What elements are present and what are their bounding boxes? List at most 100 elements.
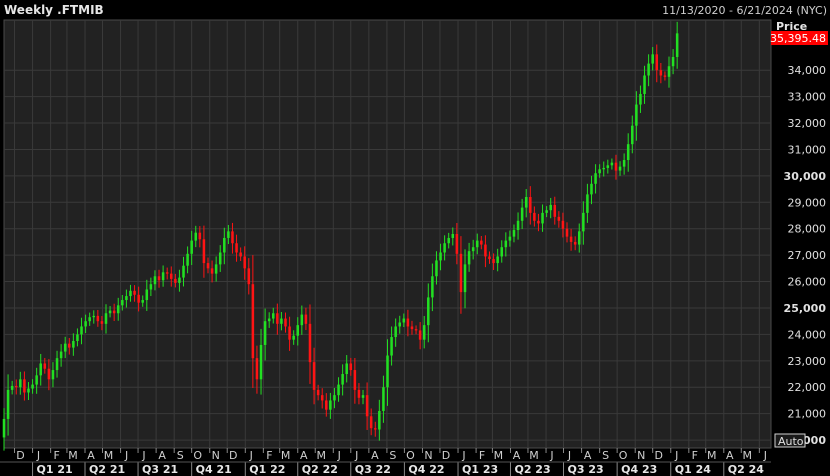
candle-body bbox=[6, 389, 10, 419]
y-tick-label: 29,000 bbox=[788, 196, 827, 209]
candle-body bbox=[357, 389, 361, 398]
candle-body bbox=[341, 374, 344, 385]
candle-body bbox=[475, 240, 479, 248]
candle-body bbox=[504, 240, 508, 248]
candle-body bbox=[533, 212, 536, 221]
candle-body bbox=[480, 240, 483, 245]
y-tick-label: 26,000 bbox=[788, 276, 827, 289]
candle-body bbox=[435, 260, 438, 277]
candle-body bbox=[553, 204, 557, 217]
candle-body bbox=[675, 33, 679, 57]
month-label: J bbox=[461, 449, 465, 462]
candle-body bbox=[459, 253, 463, 293]
candle-body bbox=[145, 289, 149, 301]
candle-body bbox=[586, 194, 589, 213]
month-label: A bbox=[300, 449, 308, 462]
month-label: J bbox=[141, 449, 145, 462]
candle-body bbox=[141, 300, 144, 303]
candle-body bbox=[671, 56, 675, 67]
candle-body bbox=[349, 363, 353, 371]
candle-body bbox=[414, 329, 418, 331]
candle-body bbox=[606, 165, 610, 168]
candle-body bbox=[223, 237, 226, 253]
candle-body bbox=[116, 305, 120, 314]
candle-body bbox=[243, 256, 246, 269]
candle-body bbox=[667, 66, 671, 77]
candle-body bbox=[590, 183, 593, 195]
quarter-label: Q3 22 bbox=[355, 463, 391, 476]
candle-body bbox=[369, 416, 373, 429]
quarter-label: Q1 23 bbox=[462, 463, 498, 476]
candle-body bbox=[255, 358, 259, 380]
candle-body bbox=[284, 318, 287, 327]
candle-body bbox=[31, 384, 34, 389]
candle-body bbox=[80, 326, 83, 335]
candle-body bbox=[598, 169, 601, 174]
candle-body bbox=[659, 70, 663, 76]
candle-body bbox=[137, 294, 140, 303]
month-label: J bbox=[549, 449, 553, 462]
candle-body bbox=[365, 395, 369, 417]
candle-body bbox=[276, 313, 279, 324]
candle-body bbox=[235, 243, 238, 253]
y-tick-label: 23,000 bbox=[788, 355, 827, 368]
quarter-label: Q1 21 bbox=[37, 463, 73, 476]
candle-body bbox=[272, 313, 275, 319]
candle-body bbox=[577, 231, 581, 245]
chart-title: Weekly .FTMIB bbox=[4, 3, 104, 17]
month-label: M bbox=[743, 449, 753, 462]
candle-body bbox=[72, 341, 75, 348]
candle-body bbox=[259, 344, 263, 380]
candle-body bbox=[565, 228, 569, 237]
candle-body bbox=[549, 204, 552, 211]
candle-body bbox=[210, 268, 214, 274]
candle-body bbox=[398, 322, 402, 327]
candle-body bbox=[157, 276, 161, 281]
candle-body bbox=[602, 167, 605, 170]
candle-body bbox=[573, 241, 577, 245]
candle-body bbox=[467, 251, 471, 265]
auto-scale-label: Auto bbox=[778, 435, 804, 448]
quarter-label: Q2 22 bbox=[302, 463, 338, 476]
month-label: M bbox=[281, 449, 291, 462]
candle-body bbox=[68, 343, 71, 348]
month-label: A bbox=[726, 449, 734, 462]
candle-body bbox=[320, 395, 324, 401]
month-label: F bbox=[479, 449, 485, 462]
candle-body bbox=[439, 252, 442, 261]
candle-body bbox=[308, 323, 312, 363]
candle-body bbox=[610, 162, 614, 166]
candle-body bbox=[296, 325, 300, 336]
month-label: F bbox=[692, 449, 698, 462]
candle-body bbox=[569, 236, 573, 242]
candle-body bbox=[655, 54, 659, 71]
time-axis[interactable]: DJFMAMJJASONDJFMAMJJASONDJFMAMJJASONDJFM… bbox=[0, 448, 771, 476]
month-label: A bbox=[87, 449, 95, 462]
quarter-label: Q3 23 bbox=[568, 463, 604, 476]
y-tick-label: 34,000 bbox=[788, 64, 827, 77]
candle-body bbox=[194, 232, 198, 241]
month-label: A bbox=[513, 449, 521, 462]
candle-body bbox=[251, 284, 255, 359]
candle-body bbox=[108, 310, 112, 314]
month-label: J bbox=[674, 449, 678, 462]
candle-body bbox=[639, 93, 642, 105]
candle-body bbox=[447, 237, 450, 244]
candle-body bbox=[455, 234, 459, 254]
quarter-label: Q2 23 bbox=[514, 463, 550, 476]
candle-body bbox=[227, 231, 230, 238]
candle-body bbox=[451, 234, 455, 238]
candle-body bbox=[59, 351, 63, 359]
month-label: M bbox=[494, 449, 504, 462]
candle-body bbox=[63, 343, 67, 352]
price-axis[interactable]: 20,00021,00022,00023,00024,00025,00026,0… bbox=[784, 64, 827, 447]
candle-body bbox=[267, 318, 271, 322]
month-label: M bbox=[68, 449, 78, 462]
candle-body bbox=[218, 252, 222, 265]
candle-body bbox=[149, 284, 153, 290]
y-tick-label: 28,000 bbox=[788, 223, 827, 236]
candle-body bbox=[14, 385, 18, 388]
candle-body bbox=[529, 197, 532, 213]
candle-body bbox=[47, 368, 51, 380]
candle-body bbox=[500, 247, 503, 257]
